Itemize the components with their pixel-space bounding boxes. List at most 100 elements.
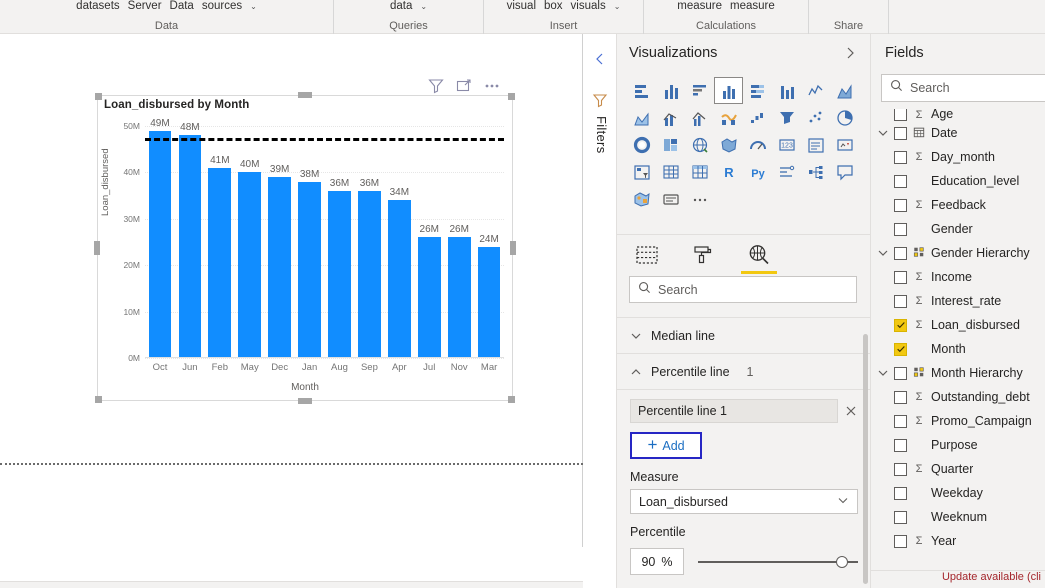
bar[interactable] xyxy=(388,200,411,358)
percentile-value-input[interactable]: 90 % xyxy=(630,548,684,575)
bar[interactable] xyxy=(268,177,291,358)
ribbon-item-visuals-2[interactable]: visuals xyxy=(567,0,610,12)
resize-handle-top[interactable] xyxy=(298,92,312,98)
bar-column[interactable]: 39M xyxy=(265,126,295,358)
ribbon-item-sources-3[interactable]: sources xyxy=(198,0,246,12)
field-checkbox[interactable] xyxy=(894,271,907,284)
field-row-month-hierarchy[interactable]: Month Hierarchy xyxy=(871,361,1045,385)
field-row-date[interactable]: Date xyxy=(871,121,1045,145)
percentile-instance-name[interactable]: Percentile line 1 xyxy=(630,399,838,423)
field-row-weekday[interactable]: Weekday xyxy=(871,481,1045,505)
chevron-down-icon[interactable] xyxy=(877,127,889,139)
field-row-weeknum[interactable]: Weeknum xyxy=(871,505,1045,529)
field-row-interest_rate[interactable]: ΣInterest_rate xyxy=(871,289,1045,313)
field-checkbox[interactable] xyxy=(894,415,907,428)
chevron-right-icon[interactable] xyxy=(842,45,858,61)
clustered-column-chart-icon[interactable] xyxy=(714,77,743,104)
bar[interactable] xyxy=(328,191,351,358)
100-stacked-bar-chart-icon[interactable] xyxy=(743,77,772,104)
bar-column[interactable]: 34M xyxy=(384,126,414,358)
field-checkbox[interactable] xyxy=(894,199,907,212)
ribbon-item-measure-0[interactable]: measure xyxy=(673,0,726,12)
chevron-down-icon[interactable] xyxy=(877,367,889,379)
field-checkbox[interactable] xyxy=(894,343,907,356)
more-options-icon[interactable] xyxy=(484,78,500,94)
field-checkbox[interactable] xyxy=(894,463,907,476)
field-row-gender[interactable]: Gender xyxy=(871,217,1045,241)
fields-tab[interactable] xyxy=(633,241,661,269)
decomposition-tree-icon[interactable] xyxy=(801,158,830,185)
filters-rail[interactable]: Filters xyxy=(583,34,617,588)
filter-icon[interactable] xyxy=(592,92,608,108)
ribbon-item-data-0[interactable]: data xyxy=(386,0,416,12)
ribbon-item-visual-0[interactable]: visual xyxy=(503,0,540,12)
r-script-visual-icon[interactable]: R xyxy=(714,158,743,185)
bar-column[interactable]: 36M xyxy=(325,126,355,358)
analytics-search-input[interactable] xyxy=(658,283,848,297)
field-row-age[interactable]: ΣAge xyxy=(871,109,1045,121)
ribbon-item-server-1[interactable]: Server xyxy=(124,0,166,12)
chevron-down-icon[interactable]: ⌄ xyxy=(610,1,625,13)
field-row-gender-hierarchy[interactable]: Gender Hierarchy xyxy=(871,241,1045,265)
ribbon-item-measure-1[interactable]: measure xyxy=(726,0,779,12)
100-stacked-column-chart-icon[interactable] xyxy=(772,77,801,104)
waterfall-chart-icon[interactable] xyxy=(743,104,772,131)
field-checkbox[interactable] xyxy=(894,127,907,140)
resize-handle-top-left[interactable] xyxy=(95,93,102,100)
clustered-bar-chart-icon[interactable] xyxy=(685,77,714,104)
more-visuals-icon[interactable] xyxy=(685,185,714,212)
arcgis-map-icon[interactable] xyxy=(627,185,656,212)
funnel-chart-icon[interactable] xyxy=(772,104,801,131)
stacked-column-chart-icon[interactable] xyxy=(656,77,685,104)
add-percentile-line-button[interactable]: Add xyxy=(630,432,702,459)
update-status-text[interactable]: Update available (cli xyxy=(871,570,1045,588)
field-checkbox[interactable] xyxy=(894,535,907,548)
chevron-down-icon[interactable]: ⌄ xyxy=(246,1,261,13)
gauge-icon[interactable] xyxy=(743,131,772,158)
bar-column[interactable]: 41M xyxy=(205,126,235,358)
field-checkbox[interactable] xyxy=(894,511,907,524)
bar[interactable] xyxy=(418,237,441,358)
line-chart-icon[interactable] xyxy=(801,77,830,104)
line-stacked-column-chart-icon[interactable] xyxy=(656,104,685,131)
field-row-income[interactable]: ΣIncome xyxy=(871,265,1045,289)
bar-column[interactable]: 49M xyxy=(145,126,175,358)
bar[interactable] xyxy=(208,168,231,358)
close-icon[interactable] xyxy=(844,404,858,418)
line-clustered-column-chart-icon[interactable] xyxy=(685,104,714,131)
ribbon-item-box-1[interactable]: box xyxy=(540,0,567,12)
ribbon-chart-icon[interactable] xyxy=(714,104,743,131)
bar-chart-visual[interactable]: Loan_disbursed by Month Loan_disbursed 0… xyxy=(97,95,513,401)
kpi-icon[interactable] xyxy=(830,131,859,158)
chevron-down-icon[interactable]: ⌄ xyxy=(416,1,431,13)
report-canvas[interactable]: Loan_disbursed by Month Loan_disbursed 0… xyxy=(0,34,583,547)
bar[interactable] xyxy=(478,247,501,358)
donut-chart-icon[interactable] xyxy=(627,131,656,158)
bar-column[interactable]: 48M xyxy=(175,126,205,358)
fields-search-input[interactable] xyxy=(910,81,1042,95)
area-chart-icon[interactable] xyxy=(830,77,859,104)
ribbon-item-datasets-0[interactable]: datasets xyxy=(72,0,123,12)
matrix-icon[interactable] xyxy=(685,158,714,185)
field-row-education_level[interactable]: Education_level xyxy=(871,169,1045,193)
ribbon-item-data-2[interactable]: Data xyxy=(166,0,198,12)
bar-column[interactable]: 36M xyxy=(354,126,384,358)
analytics-percentile-line-row[interactable]: Percentile line 1 xyxy=(617,354,871,390)
resize-handle-left[interactable] xyxy=(94,241,100,255)
analytics-tab[interactable] xyxy=(745,241,773,269)
python-visual-icon[interactable]: Py xyxy=(743,158,772,185)
chevron-down-icon[interactable] xyxy=(877,247,889,259)
bar[interactable] xyxy=(238,172,261,358)
visual-type-gallery[interactable]: 123RPy xyxy=(627,77,859,212)
field-checkbox[interactable] xyxy=(894,319,907,332)
field-checkbox[interactable] xyxy=(894,367,907,380)
chevron-left-icon[interactable] xyxy=(593,52,607,66)
pie-chart-icon[interactable] xyxy=(830,104,859,131)
field-row-month[interactable]: Month xyxy=(871,337,1045,361)
focus-mode-icon[interactable] xyxy=(456,78,472,94)
treemap-icon[interactable] xyxy=(656,131,685,158)
format-tab[interactable] xyxy=(689,241,717,269)
table-icon[interactable] xyxy=(656,158,685,185)
filled-map-icon[interactable] xyxy=(714,131,743,158)
field-checkbox[interactable] xyxy=(894,439,907,452)
